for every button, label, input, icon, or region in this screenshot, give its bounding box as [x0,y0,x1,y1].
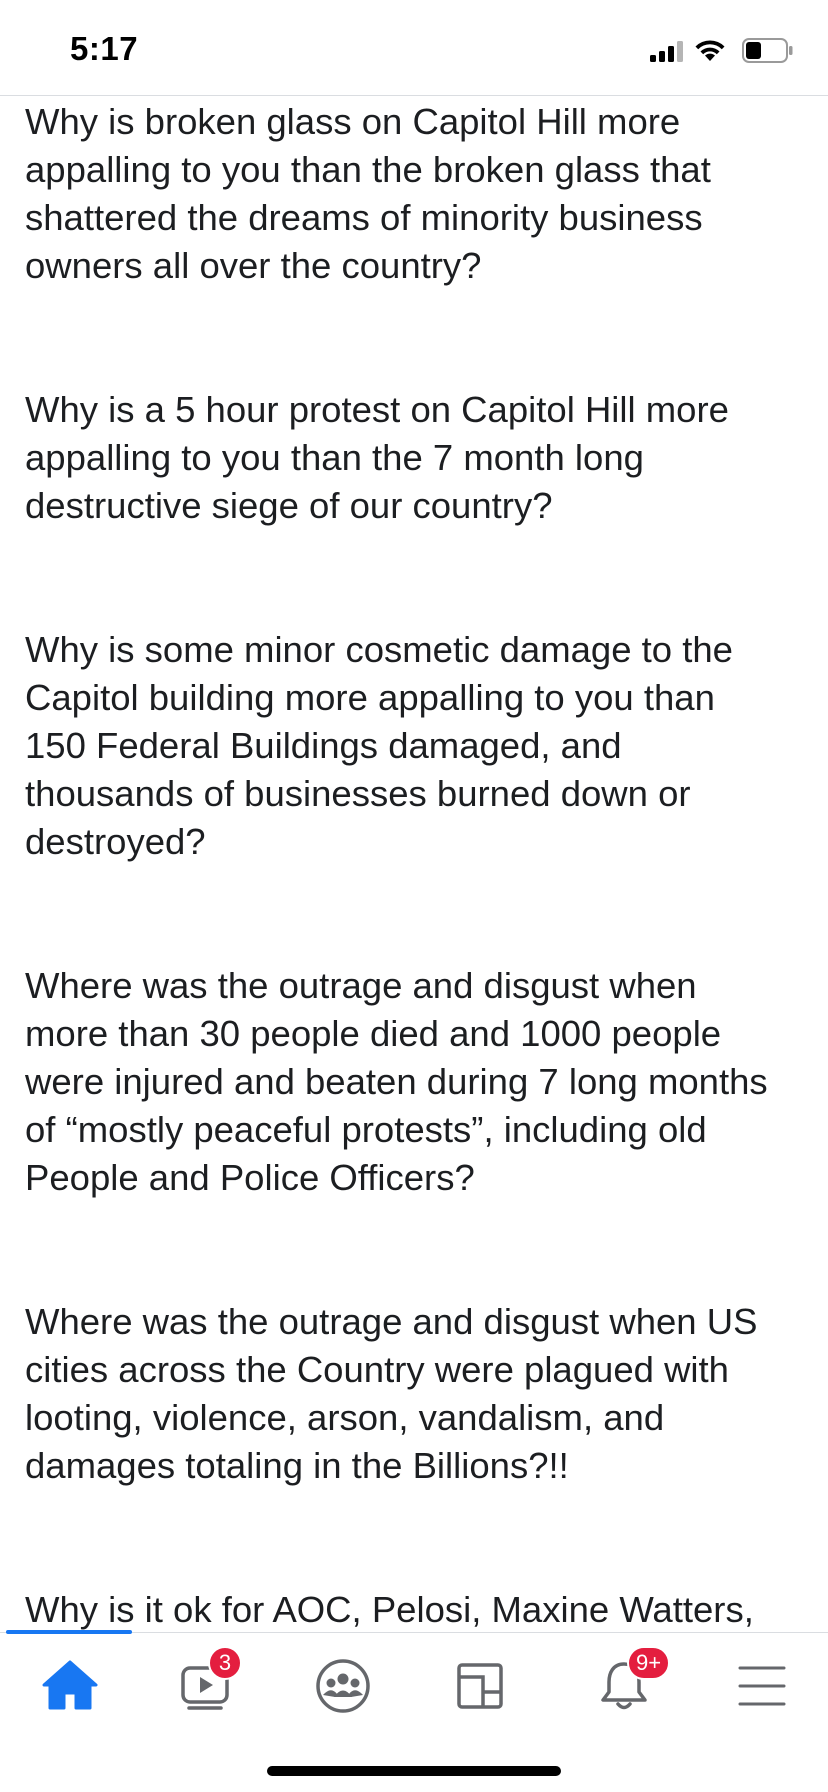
cellular-signal-icon [650,41,683,62]
watch-badge: 3 [208,1646,242,1680]
home-indicator[interactable] [267,1766,561,1776]
tab-watch[interactable]: 3 [166,1646,246,1723]
post-body: Why is broken glass on Capitol Hill more… [25,98,815,1632]
notifications-badge: 9+ [627,1646,671,1680]
status-divider [0,95,828,96]
home-icon [42,1660,98,1710]
tab-groups[interactable] [303,1653,383,1723]
groups-icon [316,1659,370,1713]
tab-pages[interactable] [440,1653,520,1723]
tab-bar: 3 9+ [0,1630,828,1792]
post-paragraph: Why is a 5 hour protest on Capitol Hill … [25,389,729,526]
post-paragraph: Why is some minor cosmetic damage to the… [25,629,733,862]
status-time: 5:17 [70,30,139,67]
post-paragraph: Where was the outrage and disgust when U… [25,1301,758,1486]
status-bar: 5:17 [0,0,828,96]
pages-icon [457,1663,503,1709]
menu-icon [738,1666,786,1706]
tab-notifications[interactable]: 9+ [584,1646,671,1723]
active-tab-indicator [6,1630,132,1634]
post-paragraph: Why is broken glass on Capitol Hill more… [25,101,711,286]
tab-menu[interactable] [722,1653,802,1723]
tab-home[interactable] [30,1653,110,1723]
wifi-icon [695,40,725,61]
battery-icon [742,38,793,63]
post-paragraph: Where was the outrage and disgust when m… [25,965,768,1198]
post-paragraph: Why is it ok for AOC, Pelosi, Maxine Wat… [25,1589,754,1630]
